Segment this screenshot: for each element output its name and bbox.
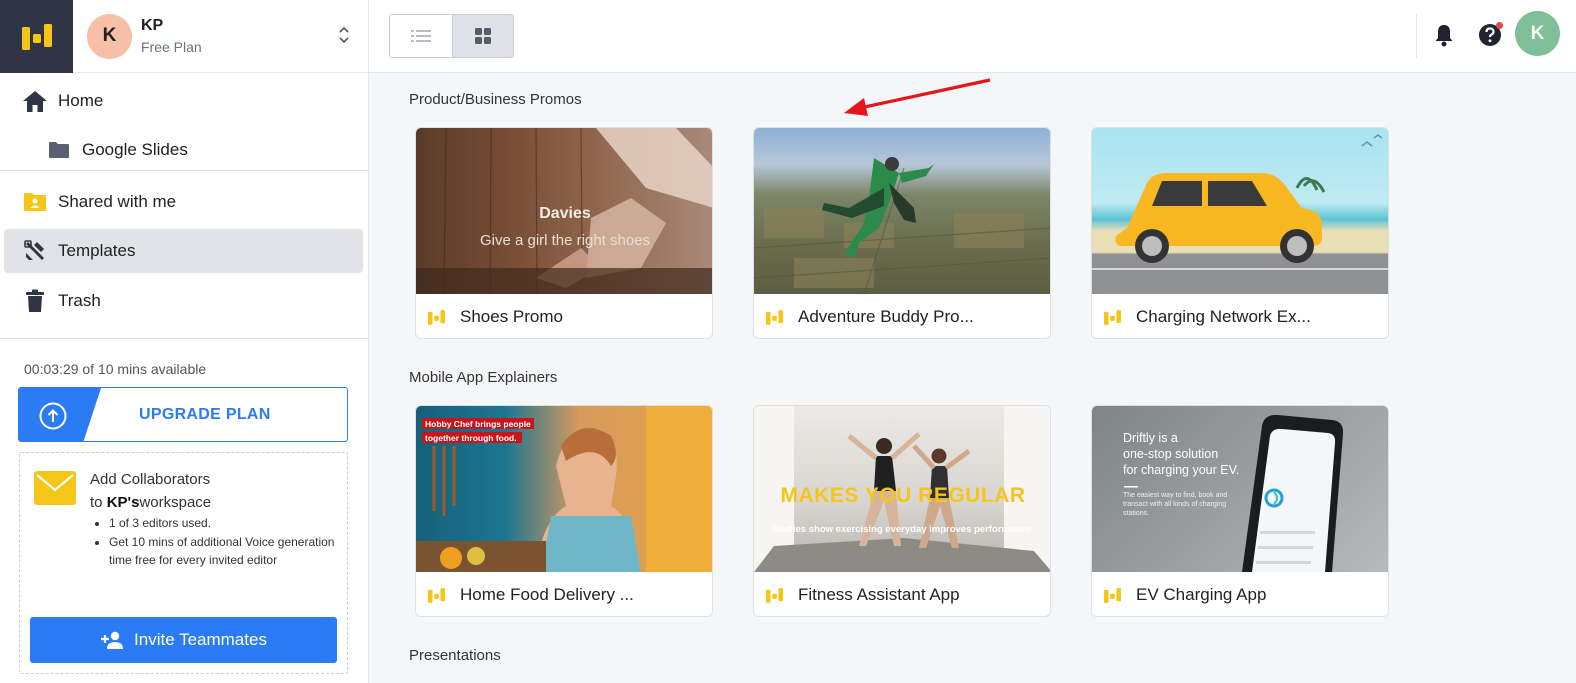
- app-logo-icon: [766, 587, 783, 603]
- template-card-adventure-buddy[interactable]: Adventure Buddy Pro...: [753, 127, 1051, 339]
- account-switcher[interactable]: K KP Free Plan: [73, 0, 368, 73]
- template-card-label: EV Charging App: [1136, 585, 1267, 604]
- template-card-home-food-delivery[interactable]: Hobby Chef brings people together throug…: [415, 405, 713, 617]
- upload-arrow-icon: [39, 402, 67, 430]
- usage-text: 00:03:29 of 10 mins available: [24, 361, 207, 377]
- app-logo-icon: [1104, 587, 1121, 603]
- grid-view-icon: [474, 28, 491, 44]
- section-title-product: Product/Business Promos: [409, 91, 582, 108]
- sidebar-item-trash[interactable]: Trash: [4, 279, 363, 323]
- account-plan: Free Plan: [141, 39, 202, 55]
- invite-teammates-button[interactable]: Invite Teammates: [30, 617, 337, 663]
- view-toggle: [389, 14, 514, 58]
- thumb-title: MAKES YOU REGULAR: [780, 484, 1026, 507]
- template-thumbnail: MAKES YOU REGULAR Studies show exercisin…: [754, 406, 1050, 572]
- template-thumbnail: [1092, 128, 1388, 294]
- sidebar-item-label: Google Slides: [82, 140, 188, 159]
- app-logo-icon: [428, 587, 445, 603]
- sidebar-item-label: Templates: [58, 241, 136, 260]
- template-card-fitness-assistant[interactable]: MAKES YOU REGULAR Studies show exercisin…: [753, 405, 1051, 617]
- template-card-shoes-promo[interactable]: Davies Give a girl the right shoes Shoes…: [415, 127, 713, 339]
- annotation-arrow: [844, 78, 991, 116]
- invite-teammates-label: Invite Teammates: [134, 630, 267, 649]
- sidebar-item-home[interactable]: Home: [4, 79, 363, 123]
- thumb-line: together through food.: [425, 433, 517, 443]
- template-card-label: Fitness Assistant App: [798, 585, 960, 604]
- sidebar-item-label: Trash: [58, 291, 101, 310]
- account-avatar: K: [87, 13, 132, 59]
- top-bar: K: [369, 0, 1576, 73]
- thumb-line: one-stop solution: [1123, 447, 1219, 461]
- thumb-title: Davies: [539, 205, 591, 222]
- template-card-label: Home Food Delivery ...: [460, 585, 634, 604]
- sidebar-item-label: Home: [58, 91, 104, 110]
- chevron-up-down-icon[interactable]: [338, 24, 350, 46]
- list-item: Get 10 mins of additional Voice generati…: [109, 533, 337, 569]
- divider: [0, 338, 368, 339]
- list-view-button[interactable]: [390, 15, 452, 57]
- shared-folder-icon: [20, 192, 50, 212]
- thumb-subtitle: Studies show exercising everyday improve…: [771, 524, 1035, 535]
- notification-dot: [1496, 22, 1503, 29]
- sidebar-item-label: Shared with me: [58, 192, 177, 211]
- template-card-label: Adventure Buddy Pro...: [798, 307, 974, 326]
- bell-icon[interactable]: [1434, 24, 1454, 47]
- app-logo-icon: [428, 309, 445, 325]
- upgrade-plan-label: UPGRADE PLAN: [139, 406, 271, 423]
- home-icon: [20, 89, 50, 113]
- app-logo-icon: [1104, 309, 1121, 325]
- template-card-label: Shoes Promo: [460, 307, 563, 326]
- add-user-icon: [101, 631, 124, 649]
- thumb-line: Hobby Chef brings people: [425, 419, 531, 429]
- template-thumbnail: Davies Give a girl the right shoes: [416, 128, 712, 294]
- template-card-ev-charging-app[interactable]: Driftly is a one-stop solution for charg…: [1091, 405, 1389, 617]
- templates-tools-icon: [20, 239, 50, 263]
- thumb-subtitle: Give a girl the right shoes: [479, 232, 651, 249]
- section-title-presentations: Presentations: [409, 647, 501, 664]
- sidebar-item-templates[interactable]: Templates: [4, 229, 363, 273]
- account-name: KP: [141, 17, 164, 34]
- divider: [0, 170, 368, 171]
- template-thumbnail: Hobby Chef brings people together throug…: [416, 406, 712, 572]
- list-view-icon: [410, 30, 431, 42]
- envelope-icon: [34, 471, 76, 505]
- app-logo-icon: [766, 309, 783, 325]
- collab-title: Add Collaborators to KP'sworkspace: [90, 471, 212, 511]
- list-item: 1 of 3 editors used.: [109, 514, 337, 532]
- app-logo[interactable]: [0, 0, 73, 73]
- sidebar-item-google-slides[interactable]: Google Slides: [4, 128, 363, 172]
- upgrade-plan-button[interactable]: UPGRADE PLAN: [18, 387, 348, 442]
- template-card-charging-network[interactable]: Charging Network Ex...: [1091, 127, 1389, 339]
- trash-icon: [20, 289, 50, 313]
- app-logo-icon: [21, 23, 52, 50]
- template-card-label: Charging Network Ex...: [1136, 307, 1311, 326]
- add-collaborators-panel: Add Collaborators to KP'sworkspace 1 of …: [19, 452, 348, 674]
- user-avatar[interactable]: K: [1515, 11, 1560, 56]
- thumb-line: Driftly is a: [1123, 431, 1178, 445]
- section-title-mobile: Mobile App Explainers: [409, 369, 558, 386]
- collab-info-list: 1 of 3 editors used. Get 10 mins of addi…: [109, 514, 337, 570]
- thumb-line: for charging your EV.: [1123, 463, 1240, 477]
- divider: [1416, 14, 1417, 58]
- sidebar: K KP Free Plan Home Google Slides Shared…: [0, 0, 369, 683]
- template-thumbnail: Driftly is a one-stop solution for charg…: [1092, 406, 1388, 572]
- workspace-owner: KP's: [106, 494, 140, 511]
- thumb-small-text: The easiest way to find, book and transa…: [1123, 492, 1228, 517]
- grid-view-button[interactable]: [451, 15, 513, 57]
- template-thumbnail: [754, 128, 1050, 294]
- sidebar-item-shared[interactable]: Shared with me: [4, 180, 363, 224]
- folder-icon: [44, 141, 74, 159]
